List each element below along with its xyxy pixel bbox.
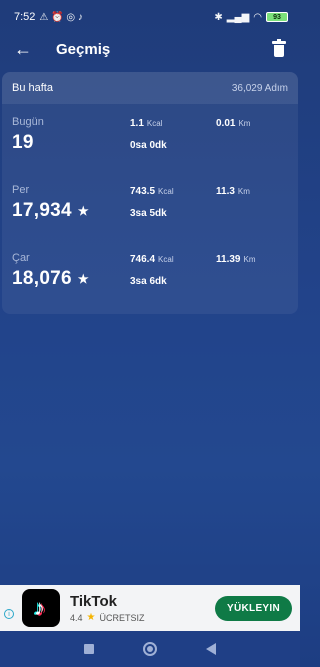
bluetooth-icon: ✱ — [214, 11, 223, 23]
install-button[interactable]: YÜKLEYIN — [215, 595, 292, 621]
week-summary: Bu hafta 36,029 Adım — [2, 72, 298, 104]
day-name: Bugün — [12, 116, 44, 128]
day-km: 11.3 Km — [216, 186, 250, 197]
app-bar: ← Geçmiş — [0, 34, 300, 64]
status-bar: 7:52 ⚠ ⏰ ◎ ♪ ✱ ▂▄▆ ◠ 93 — [0, 0, 300, 34]
page-title: Geçmiş — [56, 40, 111, 58]
ad-text: TikTok 4.4 ★ ÜCRETSIZ — [70, 593, 215, 623]
goal-star-icon: ★ — [77, 271, 89, 286]
system-nav-bar — [0, 631, 300, 667]
day-duration: 0sa 0dk — [130, 140, 167, 151]
day-duration: 3sa 6dk — [130, 276, 167, 287]
home-icon[interactable] — [142, 642, 157, 656]
wifi-icon: ◠ — [253, 11, 262, 23]
ad-meta: 4.4 ★ ÜCRETSIZ — [70, 612, 215, 623]
recents-icon[interactable] — [84, 644, 95, 654]
day-kcal: 746.4 Kcal — [130, 254, 174, 265]
day-kcal: 1.1 Kcal — [130, 118, 163, 129]
day-steps: 17,934 ★ — [12, 200, 89, 221]
day-row-thursday[interactable]: Per 17,934 ★ 743.5 Kcal 11.3 Km 3sa 5dk — [2, 172, 298, 240]
ad-app-name: TikTok — [70, 593, 117, 610]
status-right: ✱ ▂▄▆ ◠ 93 — [214, 12, 288, 23]
notification-icons: ⚠ ⏰ ◎ ♪ — [39, 11, 83, 23]
day-steps: 18,076 ★ — [12, 268, 89, 289]
day-duration: 3sa 5dk — [130, 208, 167, 219]
day-km: 11.39 Km — [216, 254, 256, 265]
day-kcal: 743.5 Kcal — [130, 186, 174, 197]
tiktok-logo-icon: ♪ ♪ ♪ — [22, 589, 60, 627]
ad-info-icon[interactable]: i — [4, 609, 14, 619]
ad-banner[interactable]: i ♪ ♪ ♪ TikTok 4.4 ★ ÜCRETSIZ YÜKLEYIN — [0, 585, 300, 631]
day-steps: 19 — [12, 132, 34, 153]
battery-icon: 93 — [266, 12, 288, 22]
week-total: 36,029 Adım — [231, 82, 288, 94]
day-row-today[interactable]: Bugün 19 1.1 Kcal 0.01 Km 0sa 0dk — [2, 104, 298, 172]
trash-icon[interactable] — [272, 39, 286, 57]
status-time: 7:52 — [14, 11, 36, 23]
back-arrow-icon[interactable]: ← — [14, 39, 38, 60]
week-label: Bu hafta — [12, 82, 53, 94]
day-row-wednesday[interactable]: Çar 18,076 ★ 746.4 Kcal 11.39 Km 3sa 6dk — [2, 240, 298, 308]
status-left: 7:52 ⚠ ⏰ ◎ ♪ — [14, 11, 83, 23]
day-name: Çar — [12, 252, 30, 264]
day-km: 0.01 Km — [216, 118, 251, 129]
history-card: Bu hafta 36,029 Adım Bugün 19 1.1 Kcal 0.… — [2, 72, 298, 314]
signal-icon: ▂▄▆ — [226, 11, 250, 23]
ad-rating: 4.4 — [70, 612, 83, 623]
nav-back-icon[interactable] — [205, 643, 216, 655]
day-name: Per — [12, 184, 30, 196]
ad-price: ÜCRETSIZ — [99, 612, 145, 623]
star-icon: ★ — [86, 612, 96, 623]
goal-star-icon: ★ — [77, 203, 89, 218]
